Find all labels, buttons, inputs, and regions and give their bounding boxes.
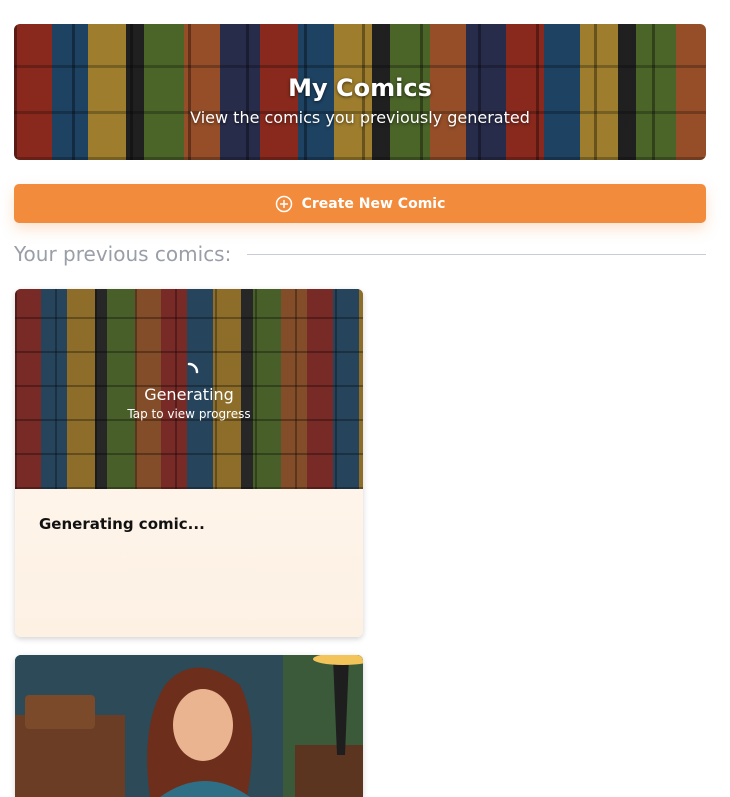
plus-circle-icon — [275, 195, 292, 212]
spinner-icon — [187, 362, 199, 374]
section-divider — [247, 253, 706, 255]
comic-thumbnail[interactable]: Generating Tap to view progress — [15, 289, 363, 489]
page-title: My Comics — [288, 74, 432, 102]
comic-card-body: Generating comic... — [15, 489, 363, 559]
hero-banner: My Comics View the comics you previously… — [14, 24, 706, 160]
comic-card-generating[interactable]: Generating Tap to view progress Generati… — [15, 289, 363, 637]
generating-status: Generating — [144, 385, 234, 404]
comic-thumbnail[interactable] — [15, 655, 363, 797]
section-header: Your previous comics: — [14, 240, 706, 268]
section-title: Your previous comics: — [14, 242, 232, 266]
create-new-comic-button[interactable]: Create New Comic — [14, 184, 706, 223]
comic-title: Generating comic... — [39, 515, 205, 533]
generating-hint: Tap to view progress — [127, 407, 251, 421]
create-new-comic-label: Create New Comic — [301, 195, 446, 212]
comic-card[interactable] — [15, 655, 363, 797]
page-subtitle: View the comics you previously generated — [190, 108, 530, 127]
